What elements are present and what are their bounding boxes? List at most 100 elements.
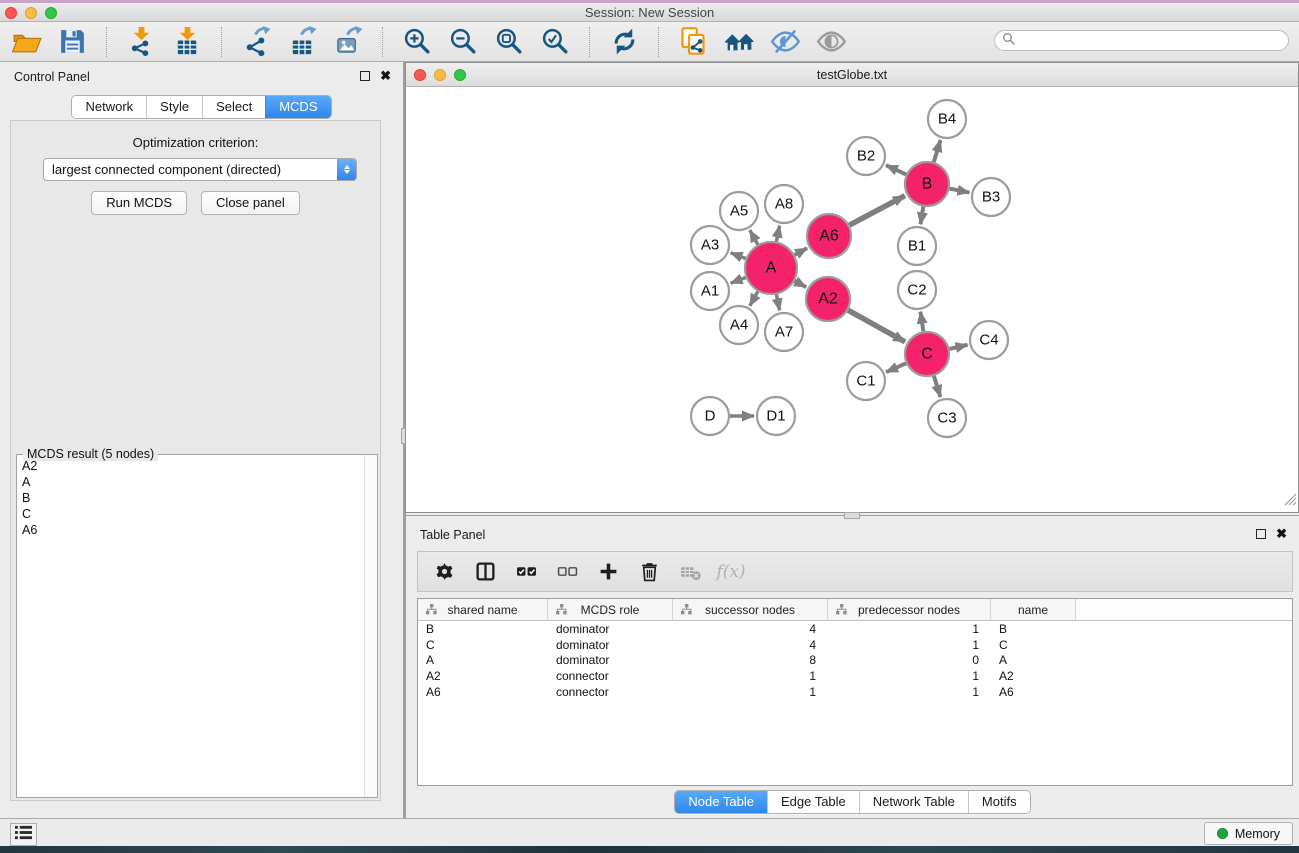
node-B3[interactable]: B3 <box>972 178 1010 216</box>
result-item[interactable]: A6 <box>18 522 363 538</box>
edge-A-A2[interactable] <box>795 281 806 287</box>
horizontal-splitter[interactable] <box>406 515 1299 519</box>
node-A1[interactable]: A1 <box>691 272 729 310</box>
export-image-icon[interactable] <box>332 26 364 58</box>
show-hidden-icon[interactable] <box>815 26 847 58</box>
memory-button[interactable]: Memory <box>1204 822 1293 845</box>
tab-edge-table[interactable]: Edge Table <box>767 791 859 813</box>
node-C[interactable]: C <box>905 332 949 376</box>
node-A8[interactable]: A8 <box>765 185 803 223</box>
save-icon[interactable] <box>56 26 88 58</box>
column-header-predecessor-nodes[interactable]: predecessor nodes <box>828 599 991 620</box>
edge-A-A7[interactable] <box>776 295 779 311</box>
add-row-icon[interactable] <box>596 560 620 584</box>
split-columns-icon[interactable] <box>473 560 497 584</box>
zoom-in-icon[interactable] <box>401 26 433 58</box>
network-canvas[interactable]: B4B2BB3A5A8A6A3B1AA1C2A2A4A7C4CC1DD1C3 <box>406 87 1298 512</box>
edge-A-A3[interactable] <box>731 253 746 259</box>
table-row[interactable]: A6connector11A6 <box>418 684 1292 700</box>
node-B1[interactable]: B1 <box>898 227 936 265</box>
edge-B-B3[interactable] <box>950 189 970 193</box>
table-close-panel-icon[interactable]: ✖ <box>1276 529 1287 539</box>
table-float-panel-icon[interactable] <box>1256 529 1266 539</box>
tab-mcds[interactable]: MCDS <box>265 96 330 118</box>
edge-A-A4[interactable] <box>750 292 758 306</box>
hide-selected-icon[interactable] <box>769 26 801 58</box>
edge-A-A5[interactable] <box>750 230 758 244</box>
close-panel-icon[interactable]: ✖ <box>380 71 391 81</box>
search-input[interactable] <box>1020 34 1288 48</box>
node-C3[interactable]: C3 <box>928 399 966 437</box>
result-item[interactable]: C <box>18 506 363 522</box>
node-A3[interactable]: A3 <box>691 226 729 264</box>
refresh-icon[interactable] <box>608 26 640 58</box>
import-network-icon[interactable] <box>125 26 157 58</box>
zoom-out-icon[interactable] <box>447 26 479 58</box>
duplicate-network-icon[interactable] <box>677 26 709 58</box>
import-table-icon[interactable] <box>171 26 203 58</box>
close-window-button[interactable] <box>5 7 17 19</box>
table-row[interactable]: Adominator80A <box>418 653 1292 669</box>
node-C4[interactable]: C4 <box>970 321 1008 359</box>
node-D[interactable]: D <box>691 397 729 435</box>
select-all-icon[interactable] <box>514 560 538 584</box>
criterion-dropdown[interactable]: largest connected component (directed) <box>43 158 357 181</box>
edge-B-B1[interactable] <box>921 207 924 225</box>
houses-icon[interactable] <box>723 26 755 58</box>
edge-C-C2[interactable] <box>920 312 923 332</box>
node-A6[interactable]: A6 <box>807 214 851 258</box>
edge-A-A6[interactable] <box>795 248 808 255</box>
tab-style[interactable]: Style <box>146 96 202 118</box>
node-B4[interactable]: B4 <box>928 100 966 138</box>
search-box[interactable] <box>994 30 1289 51</box>
deselect-all-icon[interactable] <box>555 560 579 584</box>
horizontal-splitter-handle[interactable] <box>844 512 860 519</box>
column-header-name[interactable]: name <box>991 599 1076 620</box>
node-A7[interactable]: A7 <box>765 313 803 351</box>
edge-A2-C[interactable] <box>848 310 905 342</box>
run-mcds-button[interactable]: Run MCDS <box>91 191 187 215</box>
result-item[interactable]: B <box>18 490 363 506</box>
node-A[interactable]: A <box>745 242 797 294</box>
edge-A-A8[interactable] <box>776 226 779 242</box>
node-C1[interactable]: C1 <box>847 362 885 400</box>
table-row[interactable]: Bdominator41B <box>418 621 1292 637</box>
table-row[interactable]: A2connector11A2 <box>418 668 1292 684</box>
minimize-window-button[interactable] <box>25 7 37 19</box>
export-table-icon[interactable] <box>286 26 318 58</box>
resize-grip-icon[interactable] <box>1284 493 1297 511</box>
table-row[interactable]: Cdominator41C <box>418 637 1292 653</box>
edge-C-C1[interactable] <box>886 363 906 372</box>
node-D1[interactable]: D1 <box>757 397 795 435</box>
result-item[interactable]: A <box>18 474 363 490</box>
column-header-successor-nodes[interactable]: successor nodes <box>673 599 828 620</box>
edge-A6-B[interactable] <box>849 196 905 226</box>
edge-C-C4[interactable] <box>949 345 967 349</box>
column-header-shared-name[interactable]: shared name <box>418 599 548 620</box>
tab-network-table[interactable]: Network Table <box>859 791 968 813</box>
float-panel-icon[interactable] <box>360 71 370 81</box>
tab-network[interactable]: Network <box>72 96 146 118</box>
zoom-fit-icon[interactable] <box>493 26 525 58</box>
edge-B-B4[interactable] <box>934 140 941 162</box>
tab-select[interactable]: Select <box>202 96 265 118</box>
node-B2[interactable]: B2 <box>847 137 885 175</box>
node-A2[interactable]: A2 <box>806 277 850 321</box>
edge-B-B2[interactable] <box>886 165 906 174</box>
node-A5[interactable]: A5 <box>720 192 758 230</box>
zoom-window-button[interactable] <box>45 7 57 19</box>
gear-icon[interactable] <box>432 560 456 584</box>
result-item[interactable]: A2 <box>18 458 363 474</box>
tab-motifs[interactable]: Motifs <box>968 791 1030 813</box>
result-scrollbar[interactable] <box>364 455 377 797</box>
edge-A-A1[interactable] <box>731 278 746 284</box>
edge-C-C3[interactable] <box>934 376 941 397</box>
delete-row-icon[interactable] <box>637 560 661 584</box>
task-history-button[interactable] <box>10 823 37 846</box>
close-panel-button[interactable]: Close panel <box>201 191 300 215</box>
zoom-selected-icon[interactable] <box>539 26 571 58</box>
node-A4[interactable]: A4 <box>720 306 758 344</box>
node-C2[interactable]: C2 <box>898 271 936 309</box>
export-network-icon[interactable] <box>240 26 272 58</box>
tab-node-table[interactable]: Node Table <box>675 791 767 813</box>
